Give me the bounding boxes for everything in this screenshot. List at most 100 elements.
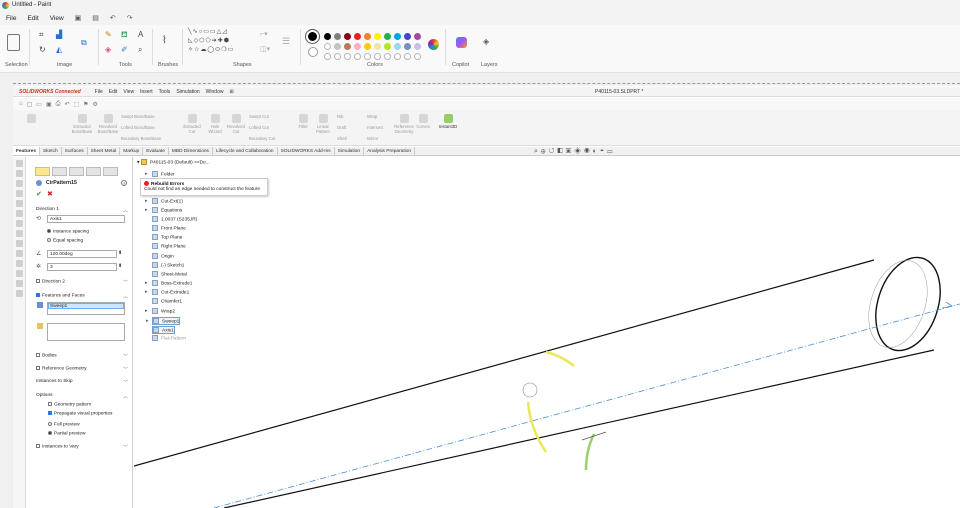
tab-simulation[interactable]: Simulation: [335, 147, 365, 155]
tree-item-flat-pattern[interactable]: Flat-Pattern: [152, 335, 186, 341]
open-icon[interactable]: ▭: [36, 101, 42, 108]
cmd-curves[interactable]: Curves: [415, 114, 431, 129]
sw-menu-view[interactable]: View: [123, 89, 134, 95]
tab-surfaces[interactable]: Surfaces: [62, 147, 88, 155]
cmd-linear-pattern[interactable]: Linear Pattern: [313, 114, 333, 134]
color-swatch[interactable]: [394, 33, 401, 40]
task-icon[interactable]: [15, 260, 23, 267]
color-swatch[interactable]: [414, 43, 421, 50]
tree-item-equations[interactable]: ▸ Equations: [145, 207, 182, 213]
options-icon[interactable]: ⚙: [93, 101, 98, 108]
tab-features[interactable]: Features: [13, 147, 40, 155]
task-icon[interactable]: [15, 240, 23, 247]
task-icon[interactable]: [15, 180, 23, 187]
cmd-rib[interactable]: Rib: [337, 114, 359, 119]
instances-to-skip-header[interactable]: Instances to Skip ﹀: [36, 379, 130, 386]
zoom-fit-icon[interactable]: ⌕: [534, 148, 541, 155]
display-style-icon[interactable]: ◈: [574, 148, 584, 155]
task-icon[interactable]: [15, 290, 23, 297]
tree-item-axis1[interactable]: Axis1: [152, 326, 175, 335]
reference-geometry-header[interactable]: Reference Geometry ﹀: [36, 366, 130, 373]
expand-icon[interactable]: ▸: [145, 289, 148, 295]
home-icon[interactable]: ⌂: [19, 101, 23, 107]
custom-color-swatch[interactable]: [344, 53, 351, 60]
task-icon[interactable]: [15, 200, 23, 207]
rebuild-icon[interactable]: ⚑: [83, 101, 88, 108]
brush-icon[interactable]: ⌇: [162, 35, 167, 46]
color-swatch[interactable]: [384, 33, 391, 40]
undo-icon[interactable]: ↶: [110, 14, 116, 22]
save-icon[interactable]: ▣: [75, 14, 82, 22]
cmd-reference-geometry[interactable]: Reference Geometry: [391, 114, 417, 134]
tab-analysis-prep[interactable]: Analysis Preparation: [364, 147, 416, 155]
shape-size-icon[interactable]: ☰: [282, 36, 290, 47]
tree-item-sketch1[interactable]: (-) Sketch1: [152, 262, 184, 268]
partial-preview-radio[interactable]: Partial preview: [48, 431, 142, 436]
custom-color-swatch[interactable]: [334, 53, 341, 60]
tab-addins[interactable]: SOLIDWORKS Add-Ins: [278, 147, 335, 155]
cmd-extruded-cut[interactable]: Extruded Cut: [181, 114, 203, 134]
color-swatch[interactable]: [404, 33, 411, 40]
fill-icon[interactable]: ⛾: [121, 30, 128, 40]
expand-icon[interactable]: ▸: [145, 171, 148, 177]
cmd-shell[interactable]: Shell: [337, 136, 359, 141]
custom-color-swatch[interactable]: [364, 53, 371, 60]
tree-item-origin[interactable]: Origin: [152, 253, 174, 259]
undo-icon[interactable]: ↶: [64, 101, 69, 108]
color-swatch[interactable]: [404, 43, 411, 50]
cmd-fillet[interactable]: Fillet: [295, 114, 311, 129]
hide-show-icon[interactable]: ◉: [584, 148, 593, 155]
color-swatch[interactable]: [354, 43, 361, 50]
task-icon[interactable]: [15, 280, 23, 287]
flip-icon[interactable]: ◭: [56, 45, 62, 54]
text-icon[interactable]: A: [138, 30, 143, 39]
custom-color-swatch[interactable]: [384, 53, 391, 60]
tree-item-front-plane[interactable]: Front Plane: [152, 225, 186, 231]
color-swatch[interactable]: [374, 33, 381, 40]
sw-menu-file[interactable]: File: [95, 89, 103, 95]
tree-item-boss-extrude1[interactable]: ▸ Boss-Extrude1: [145, 280, 192, 286]
outline-icon[interactable]: ⌐▾: [260, 30, 268, 38]
cmd-lofted-cut[interactable]: Lofted Cut: [249, 125, 289, 130]
task-icon[interactable]: [15, 190, 23, 197]
new-icon[interactable]: ▢: [27, 101, 33, 108]
tab-sketch[interactable]: Sketch: [40, 147, 62, 155]
help-icon[interactable]: ?: [121, 180, 127, 186]
color-swatch[interactable]: [324, 33, 331, 40]
instances-to-vary-header[interactable]: Instances to Vary ﹀: [36, 444, 130, 451]
selection-tool-icon[interactable]: [7, 34, 20, 51]
cmd-revolved-boss[interactable]: Revolved Boss/Base: [97, 114, 119, 134]
color-swatch[interactable]: [334, 43, 341, 50]
tab-markup[interactable]: Markup: [120, 147, 144, 155]
features-list[interactable]: Sweep1: [47, 302, 125, 315]
features-faces-header[interactable]: Features and Faces ︿: [36, 293, 130, 300]
cmd-draft[interactable]: Draft: [337, 125, 359, 130]
expand-icon[interactable]: ▸: [145, 207, 148, 213]
zoom-area-icon[interactable]: ⊕: [541, 148, 549, 155]
fill-shape-icon[interactable]: ◫▾: [260, 45, 270, 53]
config-tab-icon[interactable]: [69, 167, 84, 176]
cmd-hole-wizard[interactable]: Hole Wizard: [205, 114, 225, 134]
cmd-lofted-boss[interactable]: Lofted Boss/Base: [121, 125, 161, 130]
layers-icon[interactable]: ◈: [483, 37, 489, 46]
cmd-boundary-boss[interactable]: Boundary Boss/Base: [121, 136, 169, 141]
tab-sheet-metal[interactable]: Sheet Metal: [88, 147, 121, 155]
direction1-header[interactable]: Direction 1 ︿: [36, 207, 130, 214]
rotate-icon[interactable]: ↻: [39, 45, 46, 54]
sw-menu-window[interactable]: Window: [206, 89, 224, 95]
color-swatch[interactable]: [334, 33, 341, 40]
eraser-icon[interactable]: ◈: [105, 45, 111, 54]
angle-field[interactable]: 120.00deg: [47, 250, 117, 258]
crop-icon[interactable]: ⌗: [39, 30, 44, 40]
custom-color-swatch[interactable]: [404, 53, 411, 60]
tab-evaluate[interactable]: Evaluate: [143, 147, 169, 155]
view-settings-icon[interactable]: ▭: [607, 148, 615, 155]
dimxpert-tab-icon[interactable]: [86, 167, 101, 176]
sw-menu-tools[interactable]: Tools: [159, 89, 171, 95]
custom-color-swatch[interactable]: [354, 53, 361, 60]
edit-colors-icon[interactable]: [428, 39, 439, 50]
tab-mbd[interactable]: MBD Dimensions: [169, 147, 213, 155]
custom-color-swatch[interactable]: [394, 53, 401, 60]
full-preview-radio[interactable]: Full preview: [48, 422, 142, 427]
primary-color-swatch[interactable]: [306, 30, 319, 43]
